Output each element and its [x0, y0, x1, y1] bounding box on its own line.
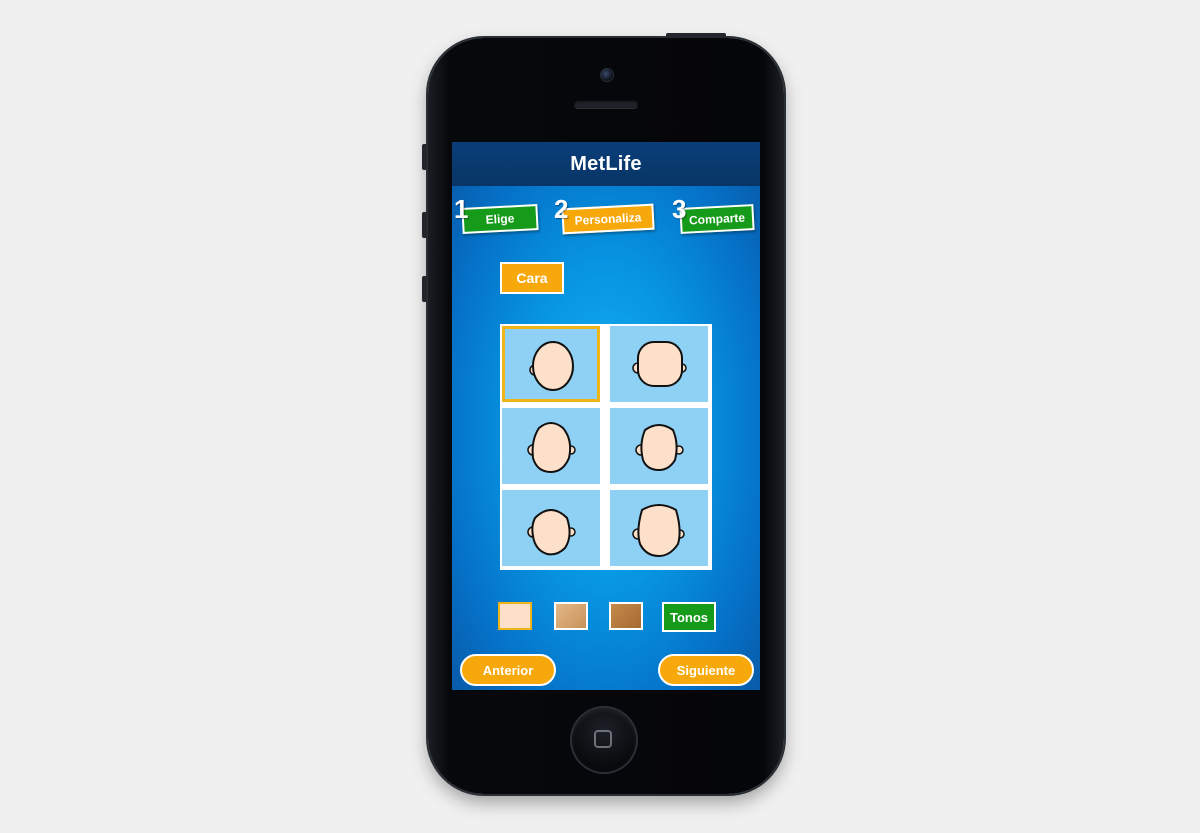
face-option-1[interactable] [502, 326, 600, 402]
face-option-4[interactable] [610, 408, 708, 484]
face-shape-icon [529, 341, 574, 391]
step-2[interactable]: 2 Personaliza [554, 194, 656, 235]
mute-switch [422, 144, 427, 170]
face-shape-icon [632, 504, 685, 558]
face-option-5[interactable] [502, 490, 600, 566]
step-3-number: 3 [672, 194, 687, 224]
tone-swatch-3[interactable] [609, 602, 643, 630]
step-1-label: Elige [461, 204, 539, 234]
step-1[interactable]: 1 Elige [454, 194, 539, 234]
face-option-2[interactable] [610, 326, 708, 402]
phone-frame: MetLife 1 Elige 2 Personaliza 3 Comparte… [422, 33, 784, 794]
volume-down-button [422, 276, 427, 302]
phone-screen: MetLife 1 Elige 2 Personaliza 3 Comparte… [452, 142, 760, 690]
volume-up-button [422, 212, 427, 238]
front-camera [600, 68, 614, 82]
step-3[interactable]: 3 Comparte [672, 194, 758, 234]
category-tab-cara[interactable]: Cara [500, 262, 564, 294]
home-button[interactable] [572, 708, 636, 772]
face-shape-icon [527, 422, 576, 474]
face-option-6[interactable] [610, 490, 708, 566]
step-2-label: Personaliza [561, 203, 655, 235]
step-2-number: 2 [554, 194, 569, 224]
face-option-3[interactable] [502, 408, 600, 484]
tone-swatch-2[interactable] [554, 602, 588, 630]
tone-swatch-1[interactable] [498, 602, 532, 630]
face-shape-icon [632, 341, 687, 387]
tonos-button[interactable]: Tonos [662, 602, 716, 632]
step-3-label: Comparte [679, 204, 755, 234]
power-button [666, 33, 726, 38]
metlife-logo: MetLife [570, 152, 642, 175]
face-grid [500, 324, 712, 570]
face-shape-icon [527, 509, 576, 556]
app-header: MetLife [452, 142, 760, 186]
earpiece-speaker [574, 100, 638, 108]
face-shape-icon [635, 424, 684, 472]
home-square-icon [594, 730, 612, 748]
step-1-number: 1 [454, 194, 469, 224]
anterior-button[interactable]: Anterior [460, 654, 556, 686]
siguiente-button[interactable]: Siguiente [658, 654, 754, 686]
